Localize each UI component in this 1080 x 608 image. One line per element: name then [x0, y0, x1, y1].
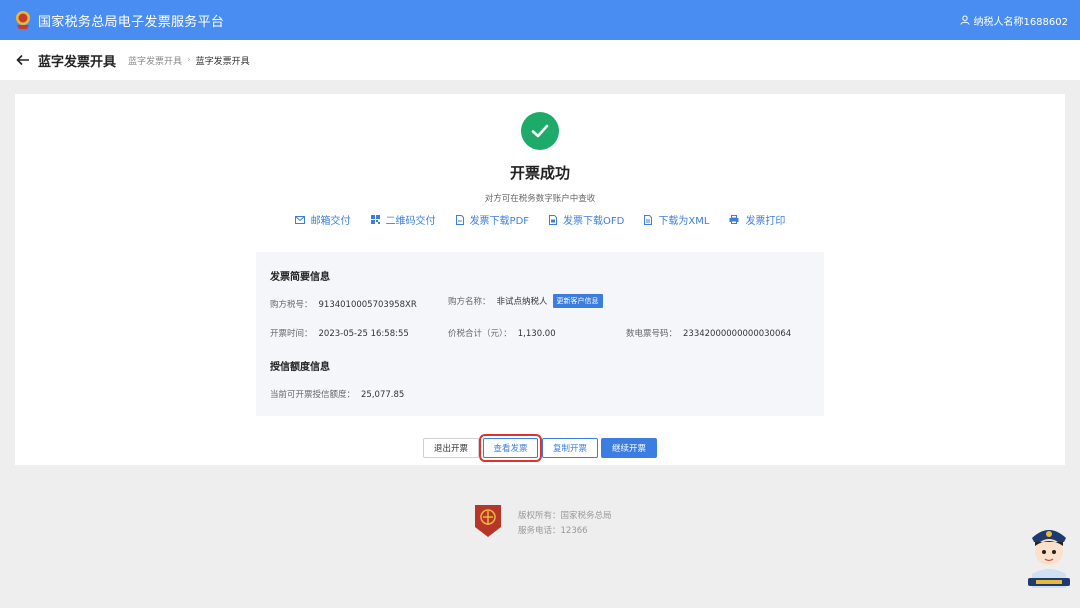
update-customer-info-button[interactable]: 更新客户信息 — [552, 294, 603, 308]
buyer-name-row: 购方名称： 非试点纳税人 更新客户信息 — [448, 294, 603, 308]
credit-available-label: 当前可开票授信额度： — [270, 390, 356, 400]
printer-icon — [729, 215, 739, 224]
invoice-number-value: 23342000000000030064 — [683, 329, 792, 339]
invoice-info-panel: 发票简要信息 购方税号： 9134010005703958XR 购方名称： 非试点纳… — [256, 252, 824, 416]
service-phone-text: 服务电话：12366 — [518, 526, 588, 536]
breadcrumb-item-current: 蓝字发票开具 — [195, 56, 250, 67]
credit-available-value: 25,077.85 — [361, 390, 405, 400]
email-delivery-label: 邮箱交付 — [310, 216, 351, 227]
credit-available-row: 当前可开票授信额度： 25,077.85 — [270, 388, 404, 400]
breadcrumb-item-parent[interactable]: 蓝字发票开具 — [128, 54, 182, 67]
chevron-right-icon: › — [187, 55, 191, 65]
qrcode-icon — [370, 215, 380, 224]
copyright-text: 版权所有：国家税务总局 — [518, 511, 612, 521]
tax-emblem-logo-icon — [12, 9, 34, 31]
credit-section-title: 授信额度信息 — [270, 362, 330, 373]
issue-time-label: 开票时间： — [270, 329, 313, 339]
email-delivery-link[interactable]: 邮箱交付 — [294, 212, 351, 227]
result-card: 开票成功 对方可在税务数字账户中查收 邮箱交付 二维码交付 发票下载PDF 发票… — [15, 94, 1065, 465]
download-pdf-link[interactable]: 发票下载PDF — [455, 212, 530, 227]
mail-icon — [294, 215, 305, 224]
breadcrumb: 蓝字发票开具 › 蓝字发票开具 — [128, 54, 250, 67]
user-menu[interactable]: 纳税人名称1688602 — [960, 0, 1068, 40]
top-header: 国家税务总局电子发票服务平台 纳税人名称1688602 — [0, 0, 1080, 40]
copy-issuing-button[interactable]: 复制开票 — [542, 438, 598, 458]
xml-file-icon — [644, 214, 653, 225]
continue-issuing-button[interactable]: 继续开票 — [601, 438, 657, 458]
download-pdf-label: 发票下载PDF — [469, 216, 530, 227]
tax-bureau-emblem-icon — [473, 503, 503, 539]
user-name: 纳税人名称1688602 — [973, 16, 1068, 28]
total-amount-row: 价税合计（元）： 1,130.00 — [448, 327, 556, 339]
download-ofd-label: 发票下载OFD — [563, 216, 625, 227]
issue-time-value: 2023-05-25 16:58:55 — [318, 329, 409, 339]
buyer-tax-no-value: 9134010005703958XR — [318, 300, 417, 310]
user-icon — [960, 15, 970, 25]
summary-section-title: 发票简要信息 — [270, 272, 330, 283]
tax-assistant-mascot-icon[interactable] — [1024, 518, 1074, 588]
ofd-file-icon — [549, 214, 558, 225]
issue-time-row: 开票时间： 2023-05-25 16:58:55 — [270, 327, 409, 339]
total-amount-value: 1,130.00 — [517, 329, 556, 339]
invoice-number-row: 数电票号码： 23342000000000030064 — [626, 327, 791, 339]
success-title: 开票成功 — [509, 164, 570, 182]
print-invoice-link[interactable]: 发票打印 — [729, 212, 785, 227]
back-arrow-icon[interactable] — [16, 53, 30, 67]
pdf-file-icon — [455, 214, 464, 225]
delivery-actions: 邮箱交付 二维码交付 发票下载PDF 发票下载OFD 下载为XML 发票打印 — [15, 212, 1065, 227]
buyer-tax-no-row: 购方税号： 9134010005703958XR — [270, 298, 417, 310]
print-invoice-label: 发票打印 — [745, 216, 786, 227]
total-amount-label: 价税合计（元）： — [448, 329, 512, 339]
footer-info: 版权所有：国家税务总局 服务电话：12366 — [518, 509, 612, 539]
download-ofd-link[interactable]: 发票下载OFD — [549, 212, 624, 227]
buyer-tax-no-label: 购方税号： — [270, 300, 313, 310]
qrcode-delivery-label: 二维码交付 — [385, 216, 436, 227]
success-subtitle: 对方可在税务数字账户中查收 — [484, 194, 596, 204]
success-check-icon — [521, 112, 559, 150]
breadcrumb-bar: 蓝字发票开具 蓝字发票开具 › 蓝字发票开具 — [0, 40, 1080, 80]
app-title: 国家税务总局电子发票服务平台 — [38, 14, 225, 30]
page-title: 蓝字发票开具 — [38, 54, 117, 70]
qrcode-delivery-link[interactable]: 二维码交付 — [370, 212, 436, 227]
download-xml-label: 下载为XML — [658, 216, 710, 227]
buyer-name-value: 非试点纳税人 — [496, 297, 548, 307]
download-xml-link[interactable]: 下载为XML — [644, 212, 709, 227]
buyer-name-label: 购方名称： — [448, 297, 491, 307]
view-invoice-button[interactable]: 查看发票 — [479, 434, 542, 462]
invoice-number-label: 数电票号码： — [626, 329, 678, 339]
exit-issuing-button[interactable]: 退出开票 — [423, 438, 479, 458]
